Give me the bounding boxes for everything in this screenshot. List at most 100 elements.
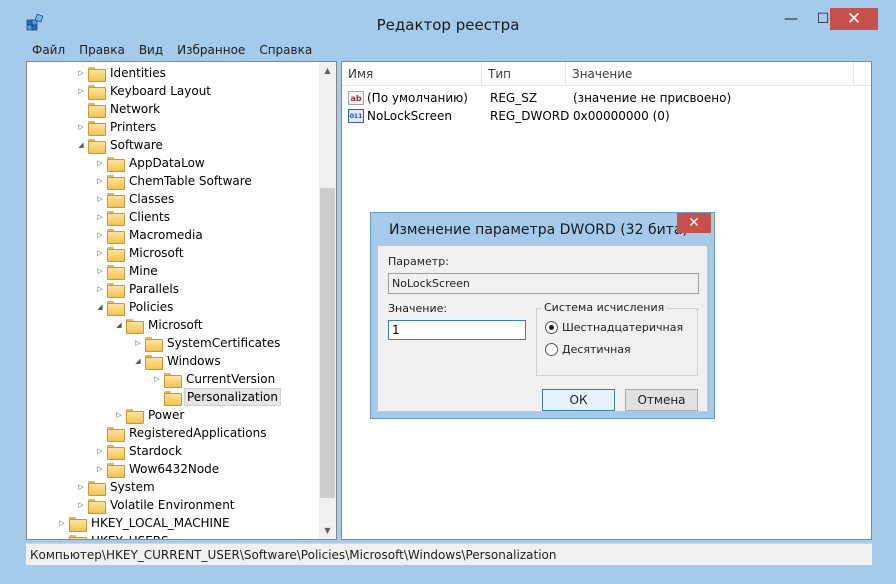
- scroll-up-icon[interactable]: ▲: [319, 62, 336, 79]
- tree-node-label[interactable]: Classes: [127, 191, 176, 207]
- tree-node[interactable]: ▷ Wow6432Node: [95, 460, 221, 478]
- collapsed-arrow-icon[interactable]: ▷: [95, 285, 105, 293]
- tree-node[interactable]: ◢ Software: [76, 136, 165, 154]
- tree-node[interactable]: ▷ Classes: [95, 190, 176, 208]
- menu-view[interactable]: Вид: [131, 43, 169, 57]
- menu-help[interactable]: Справка: [251, 43, 318, 57]
- collapsed-arrow-icon[interactable]: ▷: [76, 69, 86, 77]
- cancel-button[interactable]: Отмена: [625, 389, 698, 411]
- collapsed-arrow-icon[interactable]: ▷: [114, 411, 124, 419]
- dec-radio-label[interactable]: Десятичная: [562, 343, 631, 356]
- tree-node[interactable]: ◢ Policies: [95, 298, 175, 316]
- expanded-arrow-icon[interactable]: ◢: [95, 303, 105, 311]
- tree-node-label[interactable]: Software: [108, 137, 165, 153]
- expanded-arrow-icon[interactable]: ◢: [76, 141, 86, 149]
- tree-node[interactable]: ▷ CurrentVersion: [152, 370, 277, 388]
- collapsed-arrow-icon[interactable]: ▷: [95, 231, 105, 239]
- tree-node[interactable]: ▷ Power: [114, 406, 186, 424]
- menu-favorites[interactable]: Избранное: [169, 43, 251, 57]
- tree-node-label[interactable]: Parallels: [127, 281, 181, 297]
- close-button[interactable]: ✕: [830, 8, 878, 30]
- tree-node[interactable]: ◢ Windows: [133, 352, 223, 370]
- tree-node-label[interactable]: Stardock: [127, 443, 184, 459]
- tree-node-label[interactable]: Policies: [127, 299, 175, 315]
- tree-node-label[interactable]: ChemTable Software: [127, 173, 254, 189]
- hex-radio[interactable]: [545, 321, 558, 334]
- expanded-arrow-icon[interactable]: ◢: [133, 357, 143, 365]
- tree-node-label[interactable]: System: [108, 479, 157, 495]
- tree-node-label[interactable]: Clients: [127, 209, 172, 225]
- dialog-close-button[interactable]: ✕: [677, 213, 711, 233]
- tree-node[interactable]: ▷ System: [76, 478, 157, 496]
- tree-node[interactable]: ▷ Keyboard Layout: [76, 82, 213, 100]
- tree-node[interactable]: ▷ Volatile Environment: [76, 496, 237, 514]
- tree-node[interactable]: ◢ Microsoft: [114, 316, 205, 334]
- list-item[interactable]: 011 NoLockScreen REG_DWORD 0x00000000 (0…: [342, 107, 871, 125]
- collapsed-arrow-icon[interactable]: ▷: [76, 87, 86, 95]
- tree-node[interactable]: ▷ HKEY_USERS: [57, 532, 171, 539]
- tree-node-label[interactable]: CurrentVersion: [184, 371, 277, 387]
- tree-node[interactable]: ▷ Microsoft: [95, 244, 186, 262]
- tree-node-label[interactable]: Windows: [165, 353, 223, 369]
- collapsed-arrow-icon[interactable]: ▷: [152, 375, 162, 383]
- collapsed-arrow-icon[interactable]: ▷: [76, 483, 86, 491]
- list-item[interactable]: ab (По умолчанию) REG_SZ (значение не пр…: [342, 89, 871, 107]
- scroll-down-icon[interactable]: ▼: [319, 522, 336, 539]
- tree-node[interactable]: ▷ AppDataLow: [95, 154, 207, 172]
- tree-node-label[interactable]: Wow6432Node: [127, 461, 221, 477]
- menu-edit[interactable]: Правка: [71, 43, 131, 57]
- column-type-header[interactable]: Тип: [482, 62, 566, 86]
- scrollbar-thumb[interactable]: [320, 188, 335, 498]
- tree-node-label[interactable]: Mine: [127, 263, 160, 279]
- collapsed-arrow-icon[interactable]: ▷: [95, 249, 105, 257]
- tree-node-label[interactable]: Macromedia: [127, 227, 205, 243]
- tree-node[interactable]: RegisteredApplications: [95, 424, 268, 442]
- column-value-header[interactable]: Значение: [566, 62, 854, 86]
- registry-tree[interactable]: ▷ Identities ▷ Keyboard Layout Network ▷ Print…: [26, 61, 337, 540]
- tree-node[interactable]: ▷ ChemTable Software: [95, 172, 254, 190]
- tree-node[interactable]: ▷ Stardock: [95, 442, 184, 460]
- tree-node-label[interactable]: Network: [108, 101, 162, 117]
- collapsed-arrow-icon[interactable]: ▷: [57, 519, 67, 527]
- dec-radio-option[interactable]: Десятичная: [545, 343, 631, 356]
- tree-node-label[interactable]: HKEY_USERS: [89, 533, 171, 539]
- collapsed-arrow-icon[interactable]: ▷: [95, 195, 105, 203]
- tree-node-label[interactable]: Personalization: [184, 388, 281, 406]
- tree-node-label[interactable]: Keyboard Layout: [108, 83, 213, 99]
- tree-node-label[interactable]: RegisteredApplications: [127, 425, 268, 441]
- collapsed-arrow-icon[interactable]: ▷: [95, 267, 105, 275]
- collapsed-arrow-icon[interactable]: ▷: [57, 537, 67, 539]
- tree-node-label[interactable]: Printers: [108, 119, 158, 135]
- hex-radio-label[interactable]: Шестнадцатеричная: [562, 321, 683, 334]
- tree-scrollbar[interactable]: ▲ ▼: [319, 62, 336, 539]
- tree-node-label[interactable]: Volatile Environment: [108, 497, 237, 513]
- collapsed-arrow-icon[interactable]: ▷: [76, 501, 86, 509]
- menu-file[interactable]: Файл: [24, 43, 71, 57]
- tree-node[interactable]: ▷ Clients: [95, 208, 172, 226]
- hex-radio-option[interactable]: Шестнадцатеричная: [545, 321, 683, 334]
- title-bar[interactable]: Редактор реестра — ☐ ✕: [0, 0, 896, 40]
- tree-node-label[interactable]: SystemCertificates: [165, 335, 282, 351]
- tree-node-label[interactable]: HKEY_LOCAL_MACHINE: [89, 515, 232, 531]
- tree-node-label[interactable]: Microsoft: [127, 245, 186, 261]
- minimize-button[interactable]: —: [776, 8, 806, 30]
- expanded-arrow-icon[interactable]: ◢: [114, 321, 124, 329]
- tree-node[interactable]: ▷ Printers: [76, 118, 158, 136]
- tree-node[interactable]: Network: [76, 100, 162, 118]
- collapsed-arrow-icon[interactable]: ▷: [95, 159, 105, 167]
- tree-node[interactable]: ▷ Parallels: [95, 280, 181, 298]
- collapsed-arrow-icon[interactable]: ▷: [76, 123, 86, 131]
- tree-node[interactable]: ▷ SystemCertificates: [133, 334, 282, 352]
- tree-node[interactable]: ▷ Macromedia: [95, 226, 205, 244]
- collapsed-arrow-icon[interactable]: ▷: [95, 447, 105, 455]
- tree-node[interactable]: ▷ Mine: [95, 262, 160, 280]
- value-input[interactable]: [388, 320, 526, 340]
- column-name-header[interactable]: Имя: [342, 62, 482, 86]
- tree-node-label[interactable]: Identities: [108, 65, 168, 81]
- ok-button[interactable]: ОК: [542, 389, 615, 411]
- tree-node[interactable]: ▷ HKEY_LOCAL_MACHINE: [57, 514, 232, 532]
- tree-node-label[interactable]: Microsoft: [146, 317, 205, 333]
- tree-node-label[interactable]: AppDataLow: [127, 155, 207, 171]
- tree-node-label[interactable]: Power: [146, 407, 186, 423]
- dec-radio[interactable]: [545, 343, 558, 356]
